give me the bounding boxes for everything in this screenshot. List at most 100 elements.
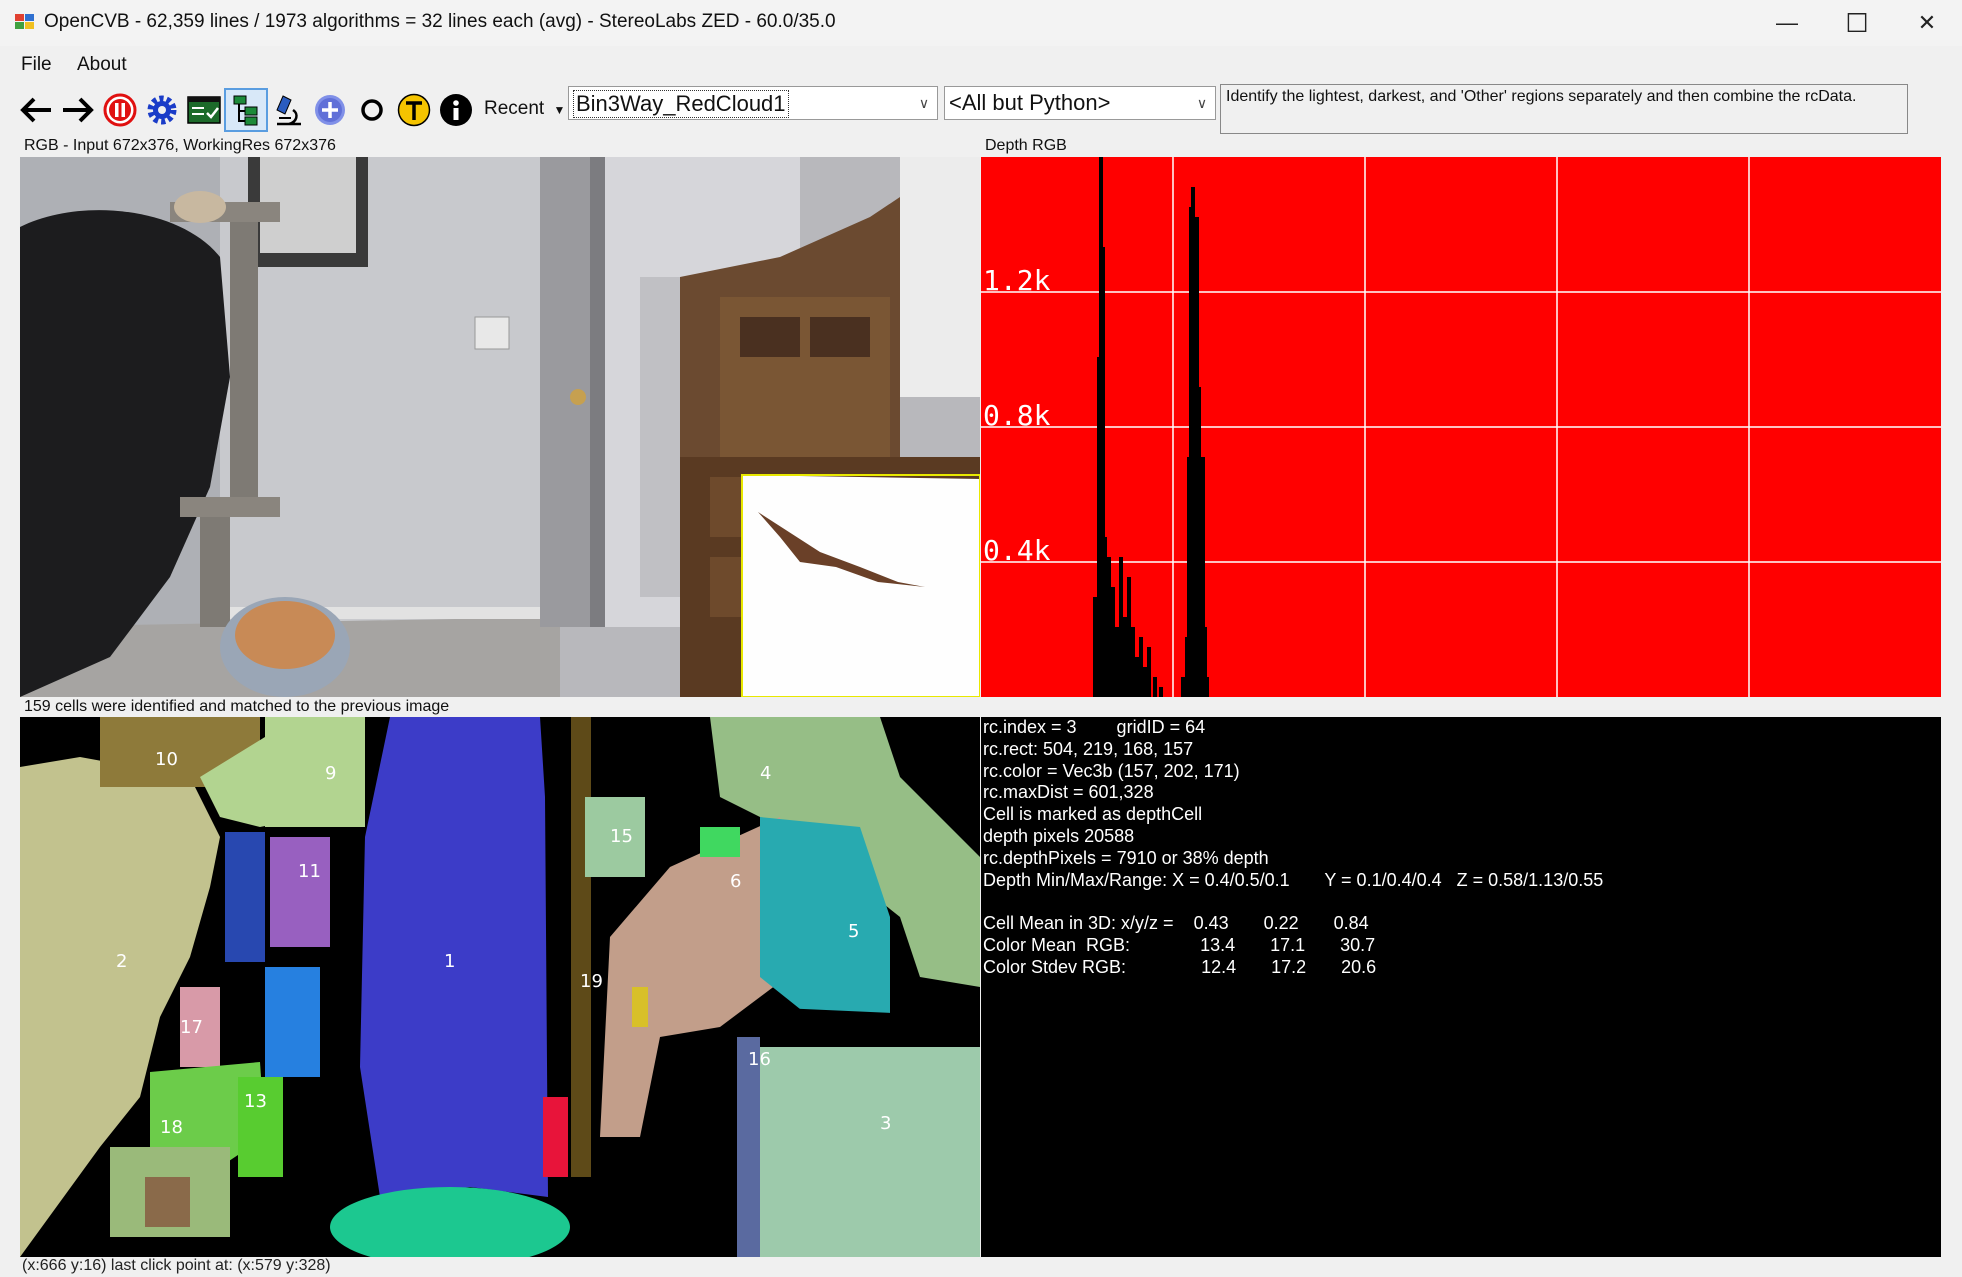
cell-region-11	[270, 837, 330, 947]
window-title: OpenCVB - 62,359 lines / 1973 algorithms…	[44, 11, 836, 32]
cell-number-label: 5	[848, 921, 859, 942]
cell-info-line: Color Mean RGB: 13.4 17.1 30.7	[983, 934, 1376, 955]
menu-about[interactable]: About	[77, 54, 127, 76]
cell-info-line: Color Stdev RGB: 12.4 17.2 20.6	[983, 956, 1377, 977]
info-button[interactable]	[436, 90, 476, 130]
cell-number-label: 4	[760, 763, 771, 784]
maximize-button[interactable]: ☐	[1822, 0, 1892, 46]
histogram-bar	[1135, 657, 1139, 697]
recent-dropdown[interactable]: Recent ▼	[484, 98, 565, 120]
t-icon	[397, 93, 431, 127]
cell-info-line	[983, 891, 1603, 913]
options-button[interactable]	[142, 90, 182, 130]
cell-number-label: 18	[160, 1117, 183, 1138]
cell-region-3	[760, 1047, 980, 1257]
cell-info-line: rc.rect: 504, 219, 168, 157	[983, 738, 1194, 759]
rgb-image	[20, 157, 980, 697]
cell-info-line: rc.index = 3 gridID = 64	[983, 717, 1206, 737]
histogram-bar	[1123, 617, 1127, 697]
histogram-bar	[1107, 557, 1111, 697]
group-select[interactable]: <All but Python> ∨	[944, 86, 1216, 120]
object-button[interactable]	[352, 90, 392, 130]
histogram-bar	[1111, 587, 1115, 697]
menu-file[interactable]: File	[21, 54, 52, 76]
minimize-button[interactable]: —	[1752, 0, 1822, 46]
close-icon: ✕	[1917, 10, 1937, 35]
histogram-bar	[1115, 627, 1119, 697]
cell-info-line: rc.maxDist = 601,328	[983, 782, 1154, 803]
cell-number-label: 9	[325, 763, 336, 784]
cell-info-line: depth pixels 20588	[983, 825, 1135, 846]
minimize-icon: —	[1776, 10, 1798, 35]
cell-info-line: Depth Min/Max/Range: X = 0.4/0.5/0.1 Y =…	[983, 869, 1604, 890]
title-bar: OpenCVB - 62,359 lines / 1973 algorithms…	[0, 0, 1962, 46]
histogram-bar	[1127, 577, 1131, 697]
cell-number-label: 6	[730, 871, 741, 892]
depth-histogram: 1.2k 0.8k 0.4k	[981, 157, 1941, 697]
algorithm-select-value: Bin3Way_RedCloud1	[573, 90, 789, 118]
histogram-bar	[1093, 597, 1097, 697]
main-window: OpenCVB - 62,359 lines / 1973 algorithms…	[0, 0, 1962, 1277]
cell-info-line: rc.depthPixels = 7910 or 38% depth	[983, 847, 1269, 868]
depth-histogram-panel[interactable]: 1.2k 0.8k 0.4k	[981, 157, 1941, 697]
add-button[interactable]	[310, 90, 350, 130]
cell-number-label: 3	[880, 1113, 891, 1134]
histogram-bar	[1159, 687, 1163, 697]
cell-number-label: 17	[180, 1017, 203, 1038]
histogram-bar	[1147, 647, 1151, 697]
histogram-bar	[1153, 677, 1157, 697]
cell-number-label: 2	[116, 951, 127, 972]
cell-number-label: 1	[444, 951, 455, 972]
forward-arrow-icon	[63, 97, 94, 123]
tree-view-icon	[233, 95, 258, 126]
histogram-tick-label: 0.4k	[983, 534, 1051, 567]
microscope-button[interactable]	[268, 90, 308, 130]
close-button[interactable]: ✕	[1892, 0, 1962, 46]
tree-view-button[interactable]	[224, 88, 268, 132]
menu-bar: File About	[0, 48, 1962, 82]
info-icon	[440, 94, 472, 126]
translate-button[interactable]	[394, 90, 434, 130]
status-bar: (x:666 y:16) last click point at: (x:579…	[22, 1257, 331, 1274]
cells-image-panel[interactable]: 10 9 4 15 11 6 5 2 1 19 17 16 13 18 3	[20, 717, 980, 1257]
histogram-bar	[1119, 557, 1123, 697]
histogram-bar	[1143, 667, 1147, 697]
test-all-button[interactable]	[184, 90, 224, 130]
recent-label: Recent	[484, 98, 545, 119]
back-arrow-icon	[20, 97, 51, 123]
algorithm-select[interactable]: Bin3Way_RedCloud1 ∨	[568, 86, 938, 120]
maximize-icon: ☐	[1845, 7, 1869, 38]
histogram-bar	[1103, 537, 1107, 697]
forward-button[interactable]	[58, 90, 98, 130]
cell-number-label: 15	[610, 826, 633, 847]
circle-o-icon	[361, 99, 383, 121]
rgb-image-panel[interactable]	[20, 157, 980, 697]
test-all-icon	[187, 96, 221, 124]
cells-image: 109 41511 652 11917161318 3	[20, 717, 980, 1257]
plus-icon	[315, 95, 345, 125]
histogram-tick-label: 1.2k	[983, 264, 1051, 297]
app-icon	[15, 14, 34, 29]
histogram-bar	[1131, 627, 1135, 697]
cell-info-line: Cell Mean in 3D: x/y/z = 0.43 0.22 0.84	[983, 913, 1369, 934]
chevron-down-icon[interactable]: ∨	[1189, 87, 1215, 119]
histogram-bar	[1139, 637, 1143, 697]
cell-number-label: 16	[748, 1049, 771, 1070]
rgb-panel-label: RGB - Input 672x376, WorkingRes 672x376	[24, 137, 336, 154]
histogram-bar	[1205, 677, 1209, 697]
group-select-value: <All but Python>	[949, 90, 1111, 115]
depth-panel-label: Depth RGB	[985, 137, 1067, 154]
cell-number-label: 11	[298, 861, 321, 882]
back-button[interactable]	[16, 90, 56, 130]
cells-panel-label: 159 cells were identified and matched to…	[24, 698, 450, 715]
caret-down-icon: ▼	[553, 103, 566, 117]
chevron-down-icon[interactable]: ∨	[911, 87, 937, 119]
histogram-bar	[1181, 677, 1185, 697]
microscope-icon	[276, 95, 301, 126]
gear-icon	[147, 95, 177, 125]
cell-info-text: rc.index = 3 gridID = 64 rc.rect: 504, 21…	[983, 717, 1603, 979]
cell-info-line: rc.color = Vec3b (157, 202, 171)	[983, 760, 1240, 781]
pause-button[interactable]	[100, 90, 140, 130]
cell-number-label: 10	[155, 749, 178, 770]
algorithm-description: Identify the lightest, darkest, and 'Oth…	[1220, 84, 1908, 134]
